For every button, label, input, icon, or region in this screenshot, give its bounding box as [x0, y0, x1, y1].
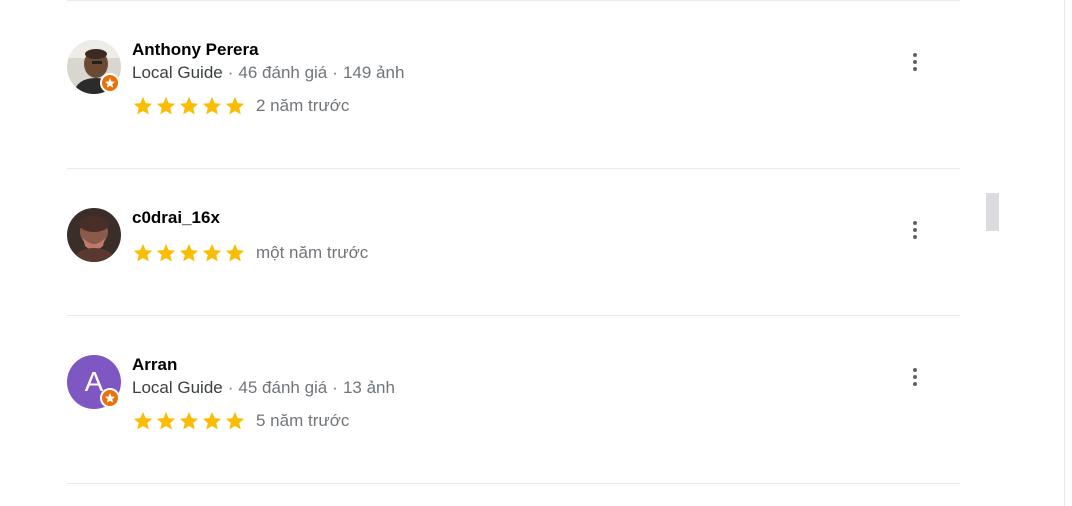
local-guide-label: Local Guide [132, 63, 223, 82]
more-vert-icon [913, 53, 917, 57]
review-card: A Arran Local Guide · 45 đánh giá · 13 ảnh 5… [67, 355, 960, 435]
author-meta: Local Guide · 45 đánh giá · 13 ảnh [132, 378, 395, 398]
star-icon [225, 411, 245, 430]
author-meta: Local Guide · 46 đánh giá · 149 ảnh [132, 63, 404, 83]
more-vert-icon-dot [913, 228, 917, 232]
star-icon [133, 96, 153, 115]
more-actions-button[interactable] [900, 47, 930, 77]
author-name[interactable]: c0drai_16x [132, 208, 220, 228]
divider [67, 483, 960, 484]
local-guide-label: Local Guide [132, 378, 223, 397]
star-rating [132, 242, 246, 264]
reviews-count: 46 đánh giá [238, 63, 328, 82]
avatar[interactable]: A [67, 355, 121, 409]
separator: · [332, 378, 338, 397]
more-vert-icon [913, 221, 917, 225]
review-time: 2 năm trước [256, 96, 350, 115]
star-icon [156, 411, 176, 430]
star-icon [133, 243, 153, 262]
review-card: Anthony Perera Local Guide · 46 đánh giá · 1… [67, 40, 960, 120]
more-vert-icon-dot [913, 235, 917, 239]
separator: · [332, 63, 338, 82]
divider [67, 168, 960, 169]
local-guide-badge-icon [100, 73, 120, 93]
local-guide-badge-icon [100, 388, 120, 408]
divider-top [67, 0, 960, 1]
more-vert-icon-dot [913, 60, 917, 64]
star-icon [156, 96, 176, 115]
star-rating [132, 95, 246, 117]
avatar-photo [67, 208, 121, 262]
separator: · [227, 378, 234, 397]
more-vert-icon-dot [913, 382, 917, 386]
star-icon [133, 411, 153, 430]
reviews-count: 45 đánh giá [238, 378, 328, 397]
rating-row: 2 năm trước [132, 95, 349, 117]
review-card: c0drai_16x một năm trước [67, 208, 960, 268]
star-icon [156, 243, 176, 262]
star-icon [202, 96, 222, 115]
separator: · [227, 63, 234, 82]
star-icon [179, 243, 199, 262]
side-panel-edge [1064, 0, 1072, 506]
star-rating [132, 410, 246, 432]
avatar[interactable] [67, 208, 121, 262]
more-vert-icon [913, 368, 917, 372]
more-vert-icon-dot [913, 375, 917, 379]
more-actions-button[interactable] [900, 215, 930, 245]
divider [67, 315, 960, 316]
author-name[interactable]: Arran [132, 355, 177, 375]
more-vert-icon-dot [913, 67, 917, 71]
star-icon [225, 96, 245, 115]
star-icon [202, 411, 222, 430]
star-icon [225, 243, 245, 262]
avatar[interactable] [67, 40, 121, 94]
photos-count: 13 ảnh [342, 378, 395, 397]
photos-count: 149 ảnh [342, 63, 405, 82]
scrollbar-thumb[interactable] [986, 193, 999, 231]
review-time: 5 năm trước [256, 411, 350, 430]
more-actions-button[interactable] [900, 362, 930, 392]
star-icon [202, 243, 222, 262]
rating-row: một năm trước [132, 242, 368, 264]
author-name[interactable]: Anthony Perera [132, 40, 259, 60]
review-time: một năm trước [256, 243, 369, 262]
rating-row: 5 năm trước [132, 410, 349, 432]
star-icon [179, 96, 199, 115]
star-icon [179, 411, 199, 430]
